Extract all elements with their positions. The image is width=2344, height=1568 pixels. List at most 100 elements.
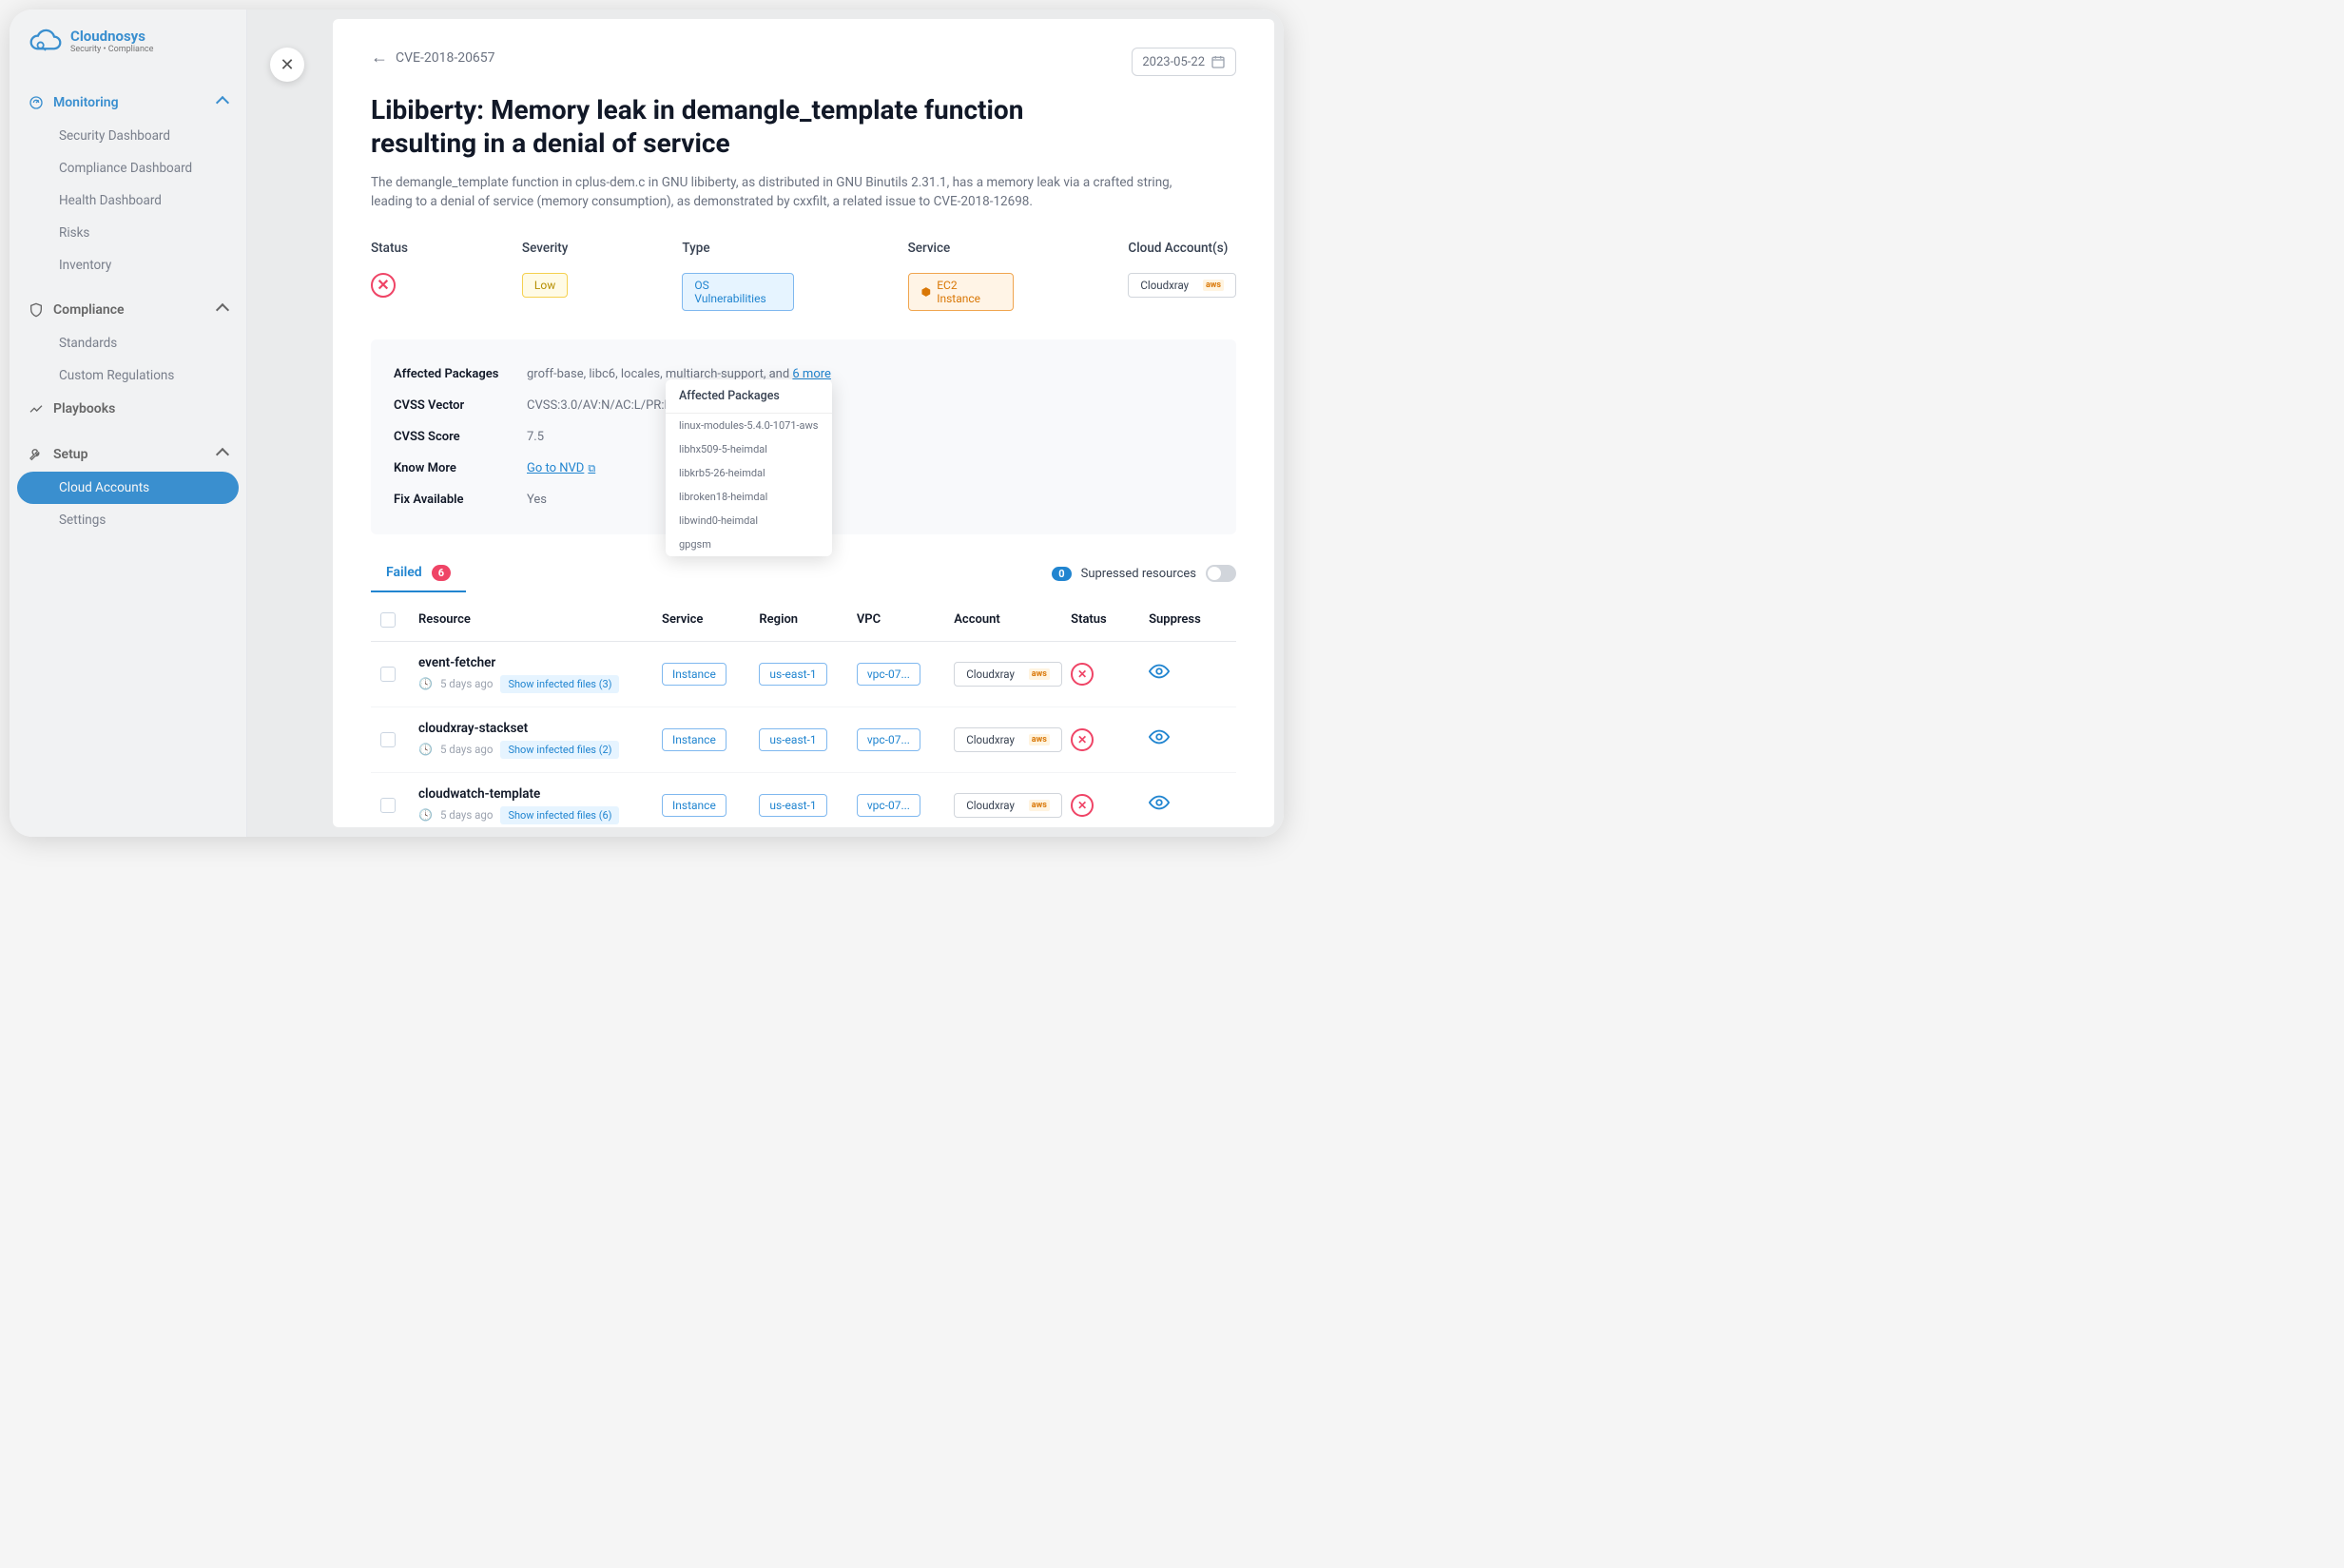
- sidebar-item-cloud-accounts[interactable]: Cloud Accounts: [17, 472, 239, 504]
- failed-count-badge: 6: [432, 565, 451, 581]
- cvss-score-label: CVSS Score: [394, 430, 527, 444]
- vulnerability-title: Libiberty: Memory leak in demangle_templ…: [371, 93, 1132, 160]
- brand-tagline: Security • Compliance: [70, 46, 153, 54]
- resource-name[interactable]: cloudwatch-template: [418, 786, 662, 802]
- sidebar-item-compliance-dashboard[interactable]: Compliance Dashboard: [17, 152, 239, 184]
- cloud-icon: [29, 29, 63, 55]
- sidebar-item-settings[interactable]: Settings: [17, 504, 239, 536]
- chevron-up-icon: [216, 96, 229, 109]
- severity-badge: Low: [522, 273, 568, 298]
- nav-label: Compliance: [53, 302, 125, 318]
- col-region: Region: [759, 612, 856, 627]
- popover-item: libkrb5-26-heimdal: [666, 461, 832, 485]
- cvss-vector-label: CVSS Vector: [394, 398, 527, 413]
- infected-files-link[interactable]: Show infected files (6): [500, 806, 619, 824]
- tab-failed[interactable]: Failed 6: [371, 555, 466, 592]
- sidebar: Cloudnosys Security • Compliance Monitor…: [10, 10, 247, 837]
- chevron-up-icon: [216, 303, 229, 317]
- status-label: Status: [371, 241, 408, 256]
- affected-packages-popover: Affected Packages linux-modules-5.4.0-10…: [666, 379, 832, 556]
- sidebar-item-health-dashboard[interactable]: Health Dashboard: [17, 184, 239, 217]
- sidebar-item-security-dashboard[interactable]: Security Dashboard: [17, 120, 239, 152]
- col-service: Service: [662, 612, 759, 627]
- brand-logo[interactable]: Cloudnosys Security • Compliance: [10, 29, 246, 74]
- popover-item: linux-modules-5.4.0-1071-aws: [666, 414, 832, 437]
- col-vpc: VPC: [857, 612, 954, 627]
- back-button[interactable]: ← CVE-2018-20657: [371, 48, 495, 68]
- status-fail-icon: ✕: [1071, 663, 1094, 686]
- row-checkbox[interactable]: [380, 732, 396, 747]
- wrench-icon: [29, 447, 44, 462]
- status-fail-icon: ✕: [1071, 728, 1094, 751]
- fix-available-value: Yes: [527, 493, 547, 507]
- aws-icon: aws: [1029, 734, 1050, 745]
- table-row: cloudwatch-template 🕓5 days agoShow infe…: [371, 773, 1236, 828]
- nav-section-playbooks[interactable]: Playbooks: [10, 392, 246, 426]
- infected-files-link[interactable]: Show infected files (3): [500, 675, 619, 693]
- brand-name: Cloudnosys: [70, 29, 153, 44]
- suppress-button[interactable]: [1149, 664, 1170, 684]
- service-chip: Instance: [662, 728, 726, 751]
- suppress-button[interactable]: [1149, 795, 1170, 815]
- sidebar-item-inventory[interactable]: Inventory: [17, 249, 239, 281]
- vpc-chip: vpc-07...: [857, 794, 920, 817]
- date-picker[interactable]: 2023-05-22: [1132, 48, 1236, 76]
- cve-detail-drawer: ← CVE-2018-20657 2023-05-22 Libiberty: M…: [333, 19, 1274, 827]
- aws-icon: aws: [1029, 800, 1050, 811]
- sidebar-item-custom-regulations[interactable]: Custom Regulations: [17, 359, 239, 392]
- affected-packages-label: Affected Packages: [394, 367, 527, 381]
- status-fail-icon: ✕: [1071, 794, 1094, 817]
- close-drawer-button[interactable]: ✕: [270, 48, 304, 82]
- resource-age: 5 days ago: [440, 743, 493, 756]
- row-checkbox[interactable]: [380, 667, 396, 682]
- clock-icon: 🕓: [418, 808, 433, 822]
- service-label: Service: [908, 241, 1015, 256]
- popover-title: Affected Packages: [666, 379, 832, 414]
- type-badge: OS Vulnerabilities: [682, 273, 793, 311]
- account-chip: Cloudxray aws: [954, 727, 1062, 752]
- sidebar-item-risks[interactable]: Risks: [17, 217, 239, 249]
- col-suppress: Suppress: [1149, 612, 1227, 627]
- region-chip: us-east-1: [759, 794, 826, 817]
- col-resource: Resource: [418, 612, 662, 627]
- service-chip: Instance: [662, 794, 726, 817]
- status-fail-icon: ✕: [371, 273, 396, 298]
- col-account: Account: [954, 612, 1071, 627]
- sidebar-item-standards[interactable]: Standards: [17, 327, 239, 359]
- nav-section-compliance[interactable]: Compliance: [10, 293, 246, 327]
- col-status: Status: [1071, 612, 1149, 627]
- chevron-up-icon: [216, 448, 229, 461]
- details-box: Affected Packagesgroff-base, libc6, loca…: [371, 339, 1236, 534]
- aws-icon: aws: [1029, 668, 1050, 680]
- suppressed-label: Supressed resources: [1081, 567, 1196, 581]
- shield-icon: [29, 302, 44, 318]
- vpc-chip: vpc-07...: [857, 728, 920, 751]
- nvd-link[interactable]: Go to NVD⧉: [527, 461, 595, 475]
- row-checkbox[interactable]: [380, 798, 396, 813]
- severity-label: Severity: [522, 241, 568, 256]
- fix-available-label: Fix Available: [394, 493, 527, 507]
- resource-name[interactable]: event-fetcher: [418, 655, 662, 670]
- service-badge: EC2 Instance: [908, 273, 1015, 311]
- resource-age: 5 days ago: [440, 677, 493, 690]
- nav-section-monitoring[interactable]: Monitoring: [10, 86, 246, 120]
- accounts-label: Cloud Account(s): [1128, 241, 1236, 256]
- aws-icon: aws: [1203, 280, 1224, 291]
- popover-item: libwind0-heimdal: [666, 509, 832, 532]
- know-more-label: Know More: [394, 461, 527, 475]
- infected-files-link[interactable]: Show infected files (2): [500, 741, 619, 759]
- account-chip: Cloudxray aws: [954, 662, 1062, 687]
- table-row: cloudxray-stackset 🕓5 days agoShow infec…: [371, 707, 1236, 773]
- resources-table: Resource Service Region VPC Account Stat…: [371, 599, 1236, 828]
- date-value: 2023-05-22: [1142, 55, 1205, 69]
- suppressed-toggle[interactable]: [1206, 565, 1236, 582]
- suppress-button[interactable]: [1149, 729, 1170, 749]
- cve-id: CVE-2018-20657: [396, 50, 495, 66]
- resource-name[interactable]: cloudxray-stackset: [418, 721, 662, 736]
- nav-label: Monitoring: [53, 95, 119, 110]
- playbook-icon: [29, 401, 44, 416]
- nav-section-setup[interactable]: Setup: [10, 437, 246, 472]
- gauge-icon: [29, 95, 44, 110]
- select-all-checkbox[interactable]: [380, 612, 396, 628]
- cvss-score-value: 7.5: [527, 430, 544, 444]
